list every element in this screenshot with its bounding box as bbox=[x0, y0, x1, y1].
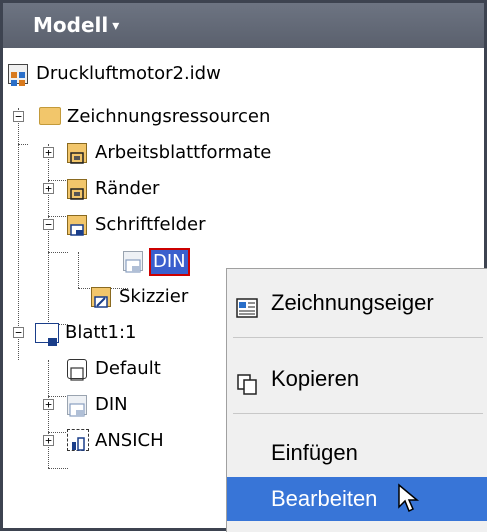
tree-connector bbox=[48, 216, 68, 217]
chevron-down-icon[interactable]: ▾ bbox=[112, 18, 119, 34]
tree-item-label: ANSICH bbox=[95, 430, 164, 451]
tree-item-label: Zeichnungsressourcen bbox=[67, 106, 271, 127]
tree-connector bbox=[48, 396, 68, 397]
menu-item-zeichnungseigenschaften[interactable]: Zeichnungseiger bbox=[227, 281, 487, 325]
title-block-folder-icon bbox=[67, 215, 87, 236]
expand-toggle[interactable]: + bbox=[43, 399, 54, 410]
drawing-file-icon bbox=[8, 64, 28, 86]
tree-item-label: Default bbox=[95, 358, 161, 379]
menu-item-label: Zeichnungseiger bbox=[271, 290, 434, 315]
expand-toggle[interactable]: + bbox=[43, 183, 54, 194]
menu-separator bbox=[233, 413, 483, 414]
copy-icon bbox=[235, 367, 259, 395]
tree-item-label: Skizzier bbox=[119, 286, 189, 307]
tree-connector bbox=[48, 432, 68, 433]
sheet-icon bbox=[35, 323, 59, 346]
expand-toggle[interactable]: + bbox=[43, 147, 54, 158]
menu-item-label: Bearbeiten bbox=[271, 486, 378, 511]
border-icon bbox=[67, 359, 87, 381]
context-menu: Zeichnungseiger Kopieren Einfügen Bearbe… bbox=[226, 268, 487, 532]
tree-item-label: Arbeitsblattformate bbox=[95, 142, 272, 163]
sheet-format-folder-icon bbox=[67, 143, 87, 164]
tree-item-label: DIN bbox=[149, 248, 190, 276]
menu-item-bearbeiten[interactable]: Bearbeiten bbox=[227, 477, 487, 521]
tree-item-label: Schriftfelder bbox=[95, 214, 206, 235]
menu-separator bbox=[233, 337, 483, 338]
tree-connector bbox=[78, 252, 79, 288]
tree-item-label: Ränder bbox=[95, 178, 160, 199]
collapse-toggle[interactable]: − bbox=[43, 219, 54, 230]
browser-header[interactable]: Modell ▾ bbox=[3, 3, 484, 48]
menu-item-einfuegen[interactable]: Einfügen bbox=[227, 431, 487, 475]
title-block-icon bbox=[67, 395, 87, 417]
tree-connector bbox=[48, 144, 49, 324]
view-icon bbox=[67, 429, 89, 451]
mouse-cursor-icon bbox=[397, 483, 421, 515]
menu-item-label: Kopieren bbox=[271, 366, 360, 391]
border-folder-icon bbox=[67, 179, 87, 200]
drawing-properties-icon bbox=[235, 291, 259, 318]
collapse-toggle[interactable]: − bbox=[13, 327, 24, 338]
sketch-symbol-folder-icon bbox=[91, 287, 111, 308]
menu-item-kopieren[interactable]: Kopieren bbox=[227, 357, 487, 401]
tree-connector bbox=[48, 360, 49, 468]
tree-item-label: Druckluftmotor2.idw bbox=[36, 63, 221, 84]
expand-toggle[interactable]: + bbox=[43, 435, 54, 446]
collapse-toggle[interactable]: − bbox=[13, 111, 24, 122]
tree-connector bbox=[48, 180, 68, 181]
tree-connector bbox=[18, 144, 28, 145]
tree-connector bbox=[48, 468, 68, 469]
tree-item-label: DIN bbox=[95, 394, 128, 415]
menu-item-label: Einfügen bbox=[271, 440, 358, 465]
tree-connector bbox=[48, 252, 68, 253]
browser-title: Modell bbox=[33, 13, 109, 37]
title-block-icon bbox=[123, 251, 143, 273]
folder-icon bbox=[39, 107, 61, 125]
tree-item-label: Blatt1:1 bbox=[65, 322, 137, 343]
